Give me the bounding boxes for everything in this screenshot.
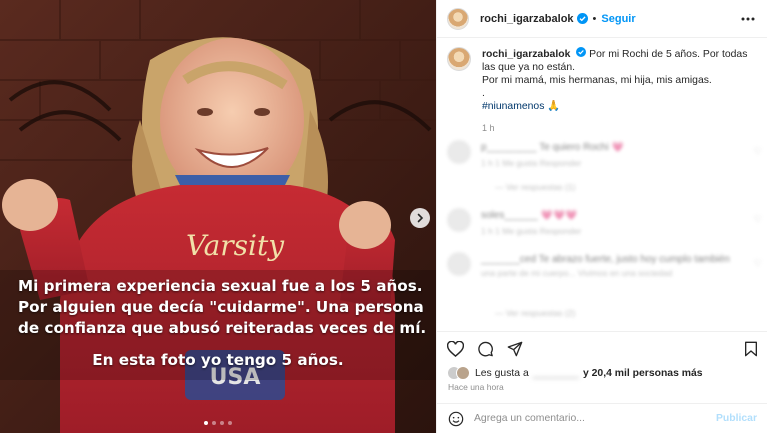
caption-text: . bbox=[482, 88, 485, 99]
carousel-indicator bbox=[204, 421, 232, 425]
caption-hashtag[interactable]: #niunamenos bbox=[482, 101, 544, 112]
liker-username[interactable]: ________ bbox=[533, 368, 579, 379]
caption-text: Por mi mamá, mis hermanas, mi hija, mis … bbox=[482, 75, 712, 86]
view-replies-link[interactable]: — Ver respuestas (2) bbox=[495, 308, 575, 318]
comment-button[interactable] bbox=[477, 341, 494, 357]
follow-button[interactable]: Seguir bbox=[601, 13, 635, 25]
carousel-dot bbox=[212, 421, 216, 425]
publish-button[interactable]: Publicar bbox=[716, 413, 757, 424]
comment-item[interactable]: soles______ 💗💗💗 1 h 1 Me gusta Responder… bbox=[447, 208, 762, 242]
photo-caption-line: de confianza que abusó reiteradas veces … bbox=[18, 319, 427, 337]
carousel-next-button[interactable] bbox=[410, 208, 430, 228]
commenter-avatar[interactable] bbox=[447, 140, 471, 164]
more-options-icon[interactable] bbox=[741, 17, 755, 21]
carousel-dot bbox=[220, 421, 224, 425]
carousel-dot bbox=[204, 421, 208, 425]
caption-emoji: 🙏 bbox=[547, 101, 561, 112]
commenter-avatar[interactable] bbox=[447, 252, 471, 276]
post-timestamp[interactable]: Hace una hora bbox=[448, 382, 504, 392]
smiley-icon bbox=[448, 411, 464, 426]
heart-icon[interactable]: ♡ bbox=[754, 258, 762, 269]
save-button[interactable] bbox=[744, 341, 758, 357]
share-button[interactable] bbox=[507, 341, 523, 357]
send-icon bbox=[507, 341, 523, 356]
commenter-avatar[interactable] bbox=[447, 208, 471, 232]
liker-avatar bbox=[456, 366, 470, 380]
photo-caption-last-line: En esta foto yo tengo 5 años. bbox=[92, 351, 344, 369]
view-replies-link[interactable]: — Ver respuestas (1) bbox=[495, 182, 575, 192]
comment-input[interactable] bbox=[474, 413, 716, 424]
comment-icon bbox=[478, 341, 493, 356]
author-avatar[interactable] bbox=[447, 7, 469, 30]
sweater-print: Varsity bbox=[186, 229, 285, 262]
heart-icon[interactable]: ♡ bbox=[754, 146, 762, 157]
comment-text: p_________ Te quiero Rochi 💗 bbox=[481, 142, 624, 153]
post-photo[interactable]: Varsity USA Mi primera experiencia sexua… bbox=[0, 0, 436, 433]
caption-username[interactable]: rochi_igarzabalok bbox=[482, 49, 570, 60]
verified-badge-icon bbox=[576, 13, 588, 24]
comments-section[interactable]: rochi_igarzabalok Por mi Rochi de 5 años… bbox=[437, 38, 767, 331]
comment-meta: 1 h 1 Me gusta Responder bbox=[481, 226, 582, 236]
caption-time[interactable]: 1 h bbox=[482, 122, 756, 135]
comment-meta: 1 h 1 Me gusta Responder bbox=[481, 158, 582, 168]
likes-count[interactable]: y 20,4 mil personas más bbox=[583, 368, 703, 379]
photo-caption-line: Mi primera experiencia sexual fue a los … bbox=[18, 277, 423, 295]
photo-caption-line: Por alguien que decía "cuidarme". Una pe… bbox=[18, 298, 424, 316]
author-avatar[interactable] bbox=[447, 47, 471, 71]
author-username[interactable]: rochi_igarzabalok bbox=[480, 13, 574, 25]
bookmark-icon bbox=[745, 341, 757, 356]
comment-text: soles______ 💗💗💗 bbox=[481, 210, 578, 221]
comment-item[interactable]: p_________ Te quiero Rochi 💗 1 h 1 Me gu… bbox=[447, 140, 762, 192]
emoji-button[interactable] bbox=[448, 411, 464, 427]
caption-body: rochi_igarzabalok Por mi Rochi de 5 años… bbox=[482, 47, 756, 135]
comment-item[interactable]: _______ced Te abrazo fuerte, justo hoy c… bbox=[447, 252, 762, 322]
comment-meta: una parte de mi cuerpo... Vivimos en una… bbox=[481, 268, 673, 278]
post-details-panel: rochi_igarzabalok • Seguir rochi_igarzab… bbox=[436, 0, 767, 433]
heart-icon bbox=[447, 340, 464, 357]
post-caption: rochi_igarzabalok Por mi Rochi de 5 años… bbox=[437, 38, 767, 135]
carousel-dot bbox=[228, 421, 232, 425]
verified-badge-icon bbox=[576, 47, 587, 57]
header-separator: • bbox=[592, 12, 597, 25]
chevron-right-icon bbox=[417, 213, 424, 223]
photo-caption: Mi primera experiencia sexual fue a los … bbox=[18, 276, 427, 371]
likes-summary[interactable]: Les gusta a ________ y 20,4 mil personas… bbox=[447, 366, 703, 380]
post-header: rochi_igarzabalok • Seguir bbox=[437, 0, 767, 38]
add-comment-form: Publicar bbox=[437, 403, 767, 433]
post-actions-bar bbox=[437, 331, 767, 365]
like-button[interactable] bbox=[447, 340, 464, 357]
comment-text: _______ced Te abrazo fuerte, justo hoy c… bbox=[481, 254, 730, 265]
heart-icon[interactable]: ♡ bbox=[754, 214, 762, 225]
likes-prefix: Les gusta a bbox=[475, 367, 529, 379]
